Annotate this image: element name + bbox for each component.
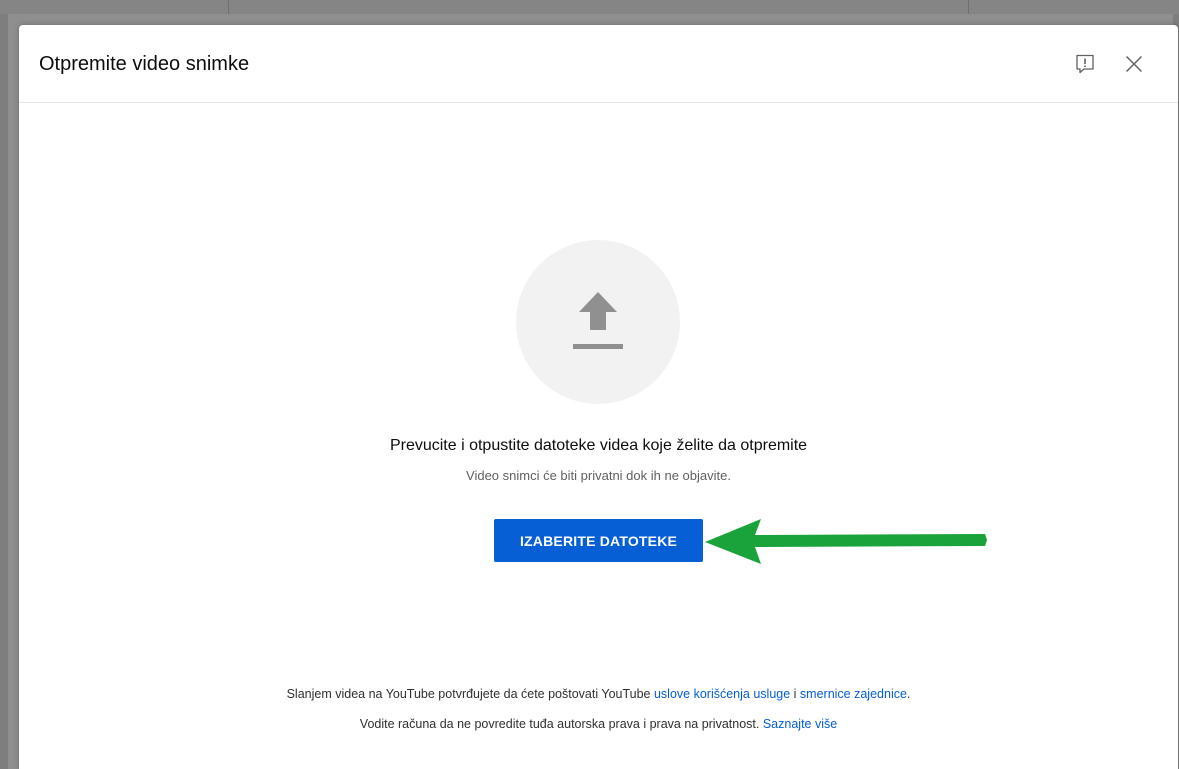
dialog-title: Otpremite video snimke xyxy=(39,53,250,75)
close-icon[interactable] xyxy=(1122,52,1146,76)
feedback-icon[interactable] xyxy=(1073,52,1097,76)
community-guidelines-link[interactable]: smernice zajednice xyxy=(800,687,907,701)
dialog-header: Otpremite video snimke xyxy=(19,25,1178,103)
upload-drop-target[interactable] xyxy=(516,240,680,404)
terms-notice: Slanjem videa na YouTube potvrđujete da … xyxy=(19,685,1178,703)
background-divider xyxy=(968,0,969,14)
upload-arrow-icon xyxy=(573,292,623,349)
terms-notice-text: Slanjem videa na YouTube potvrđujete da … xyxy=(286,687,654,701)
select-files-button[interactable]: IZABERITE DATOTEKE xyxy=(494,519,703,562)
learn-more-link[interactable]: Saznajte više xyxy=(763,717,837,731)
background-left-edge xyxy=(0,14,8,769)
drag-drop-instruction: Prevucite i otpustite datoteke videa koj… xyxy=(389,437,808,454)
copyright-notice-text: Vodite računa da ne povredite tuđa autor… xyxy=(359,717,763,731)
terms-notice-joiner: i xyxy=(790,687,800,701)
copyright-notice: Vodite računa da ne povredite tuđa autor… xyxy=(19,715,1178,733)
privacy-note: Video snimci će biti privatni dok ih ne … xyxy=(466,468,731,483)
background-app-strip xyxy=(0,0,1179,14)
annotation-arrow-icon xyxy=(705,519,987,564)
terms-notice-period: . xyxy=(906,687,911,701)
upload-dialog: Otpremite video snimke Prevucite i otpus… xyxy=(19,25,1178,769)
background-divider xyxy=(228,0,229,14)
terms-of-service-link[interactable]: uslove korišćenja usluge xyxy=(654,687,790,701)
